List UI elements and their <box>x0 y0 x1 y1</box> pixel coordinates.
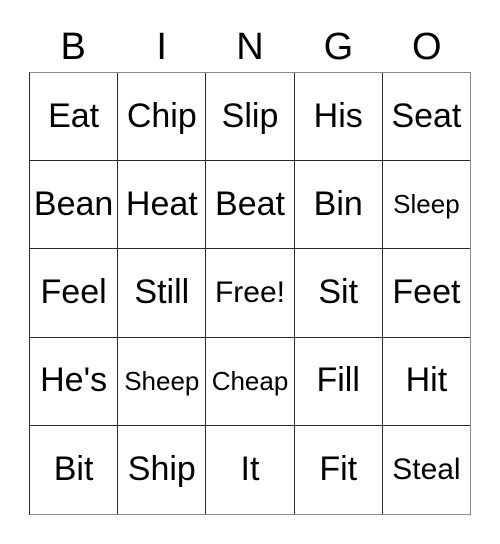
bingo-row: Bean Heat Beat Bin Sleep <box>30 161 471 250</box>
bingo-cell[interactable]: Fill <box>294 337 383 426</box>
bingo-cell-label: Fit <box>319 450 358 489</box>
bingo-cell-label: Bit <box>53 450 94 489</box>
bingo-cell-label: Eat <box>48 96 100 135</box>
bingo-cell-label: Fill <box>316 361 360 400</box>
bingo-cell[interactable]: Feel <box>30 249 119 338</box>
bingo-cell-label: Sheep <box>124 365 200 396</box>
bingo-cell[interactable]: Slip <box>206 73 295 162</box>
bingo-row: Bit Ship It Fit Steal <box>30 425 471 515</box>
bingo-cell-label: Feel <box>40 273 107 312</box>
bingo-cell-label: Cheap <box>211 365 289 396</box>
bingo-cell-label: Chip <box>126 96 197 135</box>
bingo-cell[interactable]: It <box>206 425 295 515</box>
bingo-cell[interactable]: Eat <box>30 73 119 162</box>
bingo-cell-label: Ship <box>127 450 196 489</box>
bingo-cell[interactable]: Cheap <box>206 337 295 426</box>
bingo-cell[interactable]: Bin <box>294 161 383 250</box>
bingo-cell[interactable]: Fit <box>294 425 383 515</box>
bingo-cell-label: His <box>313 96 363 135</box>
bingo-cell-label: Steal <box>392 453 461 487</box>
bingo-cell-label: Sit <box>318 273 359 312</box>
header-letter-n: N <box>236 26 264 68</box>
bingo-row: He's Sheep Cheap Fill Hit <box>30 337 471 426</box>
bingo-cell-label: Beat <box>215 184 285 223</box>
bingo-cell[interactable]: Ship <box>118 425 207 515</box>
bingo-cell[interactable]: Sleep <box>382 161 471 250</box>
bingo-cell-label: Hit <box>405 361 448 400</box>
bingo-row: Feel Still Free! Sit Feet <box>30 249 471 338</box>
bingo-cell[interactable]: Bit <box>30 425 119 515</box>
bingo-cell[interactable]: Sit <box>294 249 383 338</box>
bingo-cell[interactable]: Hit <box>382 337 471 426</box>
bingo-cell-label: Free! <box>214 276 286 310</box>
bingo-cell-label: Bean <box>33 184 114 223</box>
bingo-cell[interactable]: Chip <box>118 73 207 162</box>
bingo-grid: Eat Chip Slip His Seat Bean Heat Beat Bi… <box>29 72 471 515</box>
bingo-cell-label: He's <box>40 361 108 400</box>
bingo-card: B I N G O Eat Chip Slip His Seat Bean He… <box>0 0 500 544</box>
bingo-row: Eat Chip Slip His Seat <box>30 73 471 162</box>
bingo-cell[interactable]: Sheep <box>118 337 207 426</box>
bingo-cell-free-space[interactable]: Free! <box>206 249 295 338</box>
bingo-cell[interactable]: Seat <box>382 73 471 162</box>
bingo-cell[interactable]: Heat <box>118 161 207 250</box>
header-letter-i: I <box>156 26 167 68</box>
bingo-cell-label: Slip <box>221 96 279 135</box>
bingo-header-row: B I N G O <box>29 22 471 72</box>
bingo-cell-label: Bin <box>313 184 363 223</box>
bingo-cell-label: Still <box>134 273 190 312</box>
bingo-cell-label: Heat <box>125 184 198 223</box>
bingo-cell[interactable]: His <box>294 73 383 162</box>
bingo-cell-label: It <box>240 450 260 489</box>
bingo-cell[interactable]: He's <box>30 337 119 426</box>
bingo-cell[interactable]: Bean <box>30 161 119 250</box>
bingo-cell[interactable]: Beat <box>206 161 295 250</box>
header-letter-g: G <box>323 26 354 68</box>
bingo-cell-label: Feet <box>392 273 461 312</box>
bingo-cell-label: Sleep <box>393 189 460 220</box>
bingo-cell[interactable]: Still <box>118 249 207 338</box>
header-letter-o: O <box>412 26 442 68</box>
bingo-cell-label: Seat <box>391 96 462 135</box>
bingo-cell[interactable]: Feet <box>382 249 471 338</box>
bingo-cell[interactable]: Steal <box>382 425 471 515</box>
header-letter-b: B <box>60 26 86 68</box>
